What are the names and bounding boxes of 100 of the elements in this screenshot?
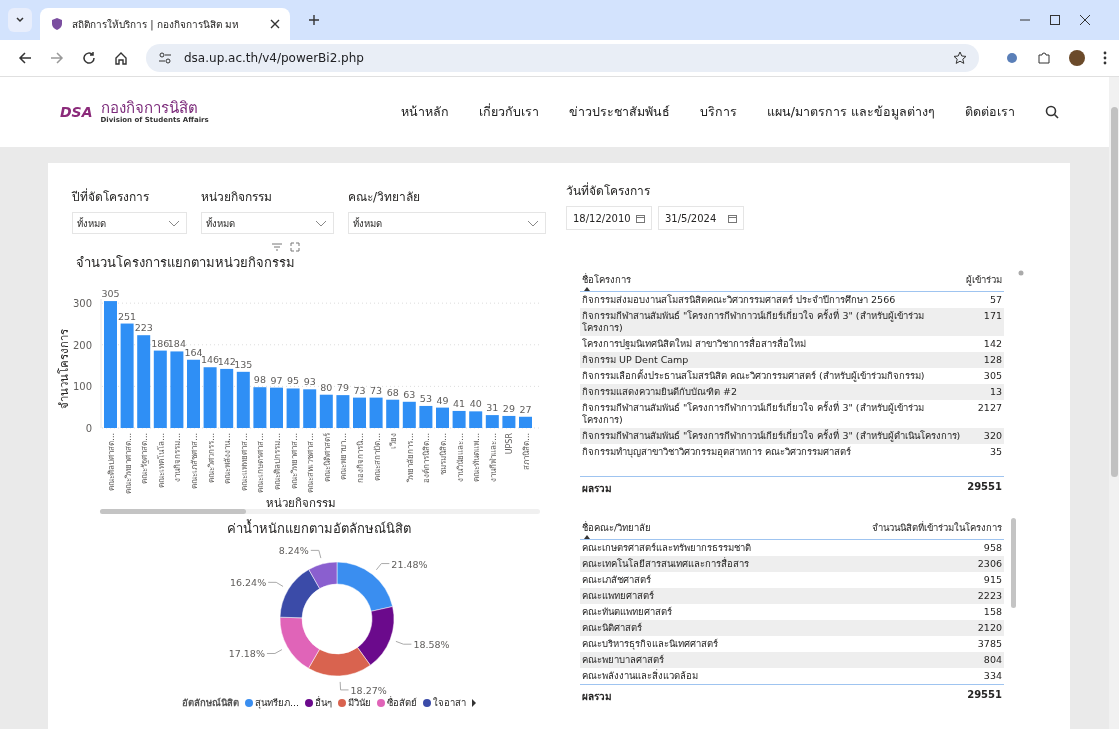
bar[interactable]: [253, 387, 267, 428]
scrollbar-thumb[interactable]: [1111, 107, 1118, 477]
bar[interactable]: [120, 323, 134, 428]
legend-item[interactable]: มีวินัย: [338, 695, 372, 710]
table-row[interactable]: คณะบริหารธุรกิจและนิเทศศาสตร์ 3785: [580, 636, 1004, 652]
category-label: กองกิจการนิ...: [356, 433, 365, 483]
nav-link[interactable]: แผน/มาตรการ และข้อมูลต่างๆ: [766, 102, 935, 122]
bar[interactable]: [137, 335, 151, 428]
leader-line: [310, 549, 322, 559]
bar[interactable]: [419, 405, 433, 428]
bar[interactable]: [203, 367, 217, 428]
chart-title: ค่าน้ำหนักแยกตามอัตลักษณ์นิสิต: [227, 518, 411, 538]
column-header[interactable]: ชื่อคณะ/วิทยาลัย: [582, 520, 652, 535]
table-row[interactable]: กิจกรรม UP Dent Camp 128: [580, 352, 1004, 368]
bar[interactable]: [502, 415, 516, 428]
table-row[interactable]: กิจกรรมส่งมอบงานสโมสรนิสิตคณะวิศวกรรมศาสตร์ ประจำปีการศึกษา 2566 57: [580, 292, 1004, 308]
search-icon[interactable]: [1045, 105, 1059, 119]
table-row[interactable]: กิจกรรมกีฬาสานสัมพันธ์ "โครงการกีฬากาวน์เกียร์เกี่ยวใจ ครั้งที่ 3" (สำหรับผู้เข้าร่วมโครงการ) 2127: [580, 400, 1004, 428]
column-header[interactable]: ชื่อโครงการ: [582, 272, 631, 287]
table-row[interactable]: กิจกรรมกีฬาสานสัมพันธ์ "โครงการกีฬากาวน์เกียร์เกี่ยวใจ ครั้งที่ 3" (สำหรับผู้ดำเนินโครงการ) 320: [580, 428, 1004, 444]
bar[interactable]: [319, 394, 333, 428]
bar[interactable]: [353, 397, 366, 428]
maximize-icon[interactable]: [1049, 14, 1061, 26]
home-icon[interactable]: [114, 51, 128, 65]
bar[interactable]: [369, 397, 383, 428]
browser-tab[interactable]: สถิติการให้บริการ | กองกิจการนิสิต มห: [40, 8, 290, 40]
focus-mode-icon[interactable]: [290, 242, 300, 252]
bar[interactable]: [386, 399, 400, 428]
bar[interactable]: [153, 350, 167, 428]
table-cell: 2306: [977, 558, 1002, 570]
donut-slice[interactable]: [308, 647, 371, 677]
scrollbar-thumb[interactable]: [1011, 518, 1016, 608]
nav-link[interactable]: ติดต่อเรา: [965, 102, 1015, 122]
table-row[interactable]: กิจกรรมกีฬาสานสัมพันธ์ "โครงการกีฬากาวน์เกียร์เกี่ยวใจ ครั้งที่ 3" (สำหรับผู้เข้าร่วมโครงการ) 171: [580, 308, 1004, 336]
bar[interactable]: [220, 368, 234, 428]
slicer-dropdown[interactable]: ทั้งหมด: [348, 212, 546, 234]
nav-link[interactable]: หน้าหลัก: [400, 102, 449, 122]
logo-text[interactable]: DSA: [60, 104, 93, 120]
data-label: 68: [386, 386, 399, 398]
legend-item[interactable]: ซื่อสัตย์: [377, 695, 418, 710]
donut-slice[interactable]: [357, 606, 395, 666]
scrollbar-thumb[interactable]: [100, 509, 246, 514]
table-row[interactable]: คณะนิติศาสตร์ 2120: [580, 620, 1004, 636]
tab-list-button[interactable]: [8, 8, 32, 32]
legend-item[interactable]: อื่นๆ: [305, 695, 333, 710]
bar[interactable]: [436, 407, 449, 428]
table-row[interactable]: คณะพยาบาลศาสตร์ 804: [580, 652, 1004, 668]
page-scrollbar[interactable]: [1109, 77, 1119, 729]
next-arrow-icon[interactable]: [472, 698, 477, 707]
nav-link[interactable]: บริการ: [699, 102, 737, 122]
profile-avatar[interactable]: [1069, 50, 1085, 66]
table-row[interactable]: คณะแพทยศาสตร์ 2223: [580, 588, 1004, 604]
nav-link[interactable]: ข่าวประชาสัมพันธ์: [568, 102, 670, 122]
close-icon[interactable]: [1079, 14, 1091, 26]
table-row[interactable]: คณะทันตแพทยศาสตร์ 158: [580, 604, 1004, 620]
puzzle-icon[interactable]: [1037, 51, 1051, 65]
table-row[interactable]: กิจกรรมทำบุญสาขาวิชาวิศวกรรมอุตสาหการ คณะวิศวกรรมศาสตร์ 35: [580, 444, 1004, 460]
table-row[interactable]: กิจกรรมเลือกตั้งประธานสโมสรนิสิต คณะวิศวกรรมศาสตร์ (สำหรับผู้เข้าร่วมกิจกรรม) 305: [580, 368, 1004, 384]
more-options-icon[interactable]: [1103, 51, 1107, 65]
new-tab-icon[interactable]: [308, 14, 320, 26]
slicer-dropdown[interactable]: ทั้งหมด: [72, 212, 187, 234]
column-header[interactable]: จำนวนนิสิตที่เข้าร่วมในโครงการ: [872, 520, 1002, 535]
bar[interactable]: [270, 387, 283, 428]
bar[interactable]: [303, 389, 317, 428]
forward-arrow-icon[interactable]: [50, 51, 64, 65]
bar[interactable]: [286, 388, 300, 428]
bar[interactable]: [170, 351, 184, 428]
column-header[interactable]: ผู้เข้าร่วม: [966, 272, 1002, 287]
site-name[interactable]: กองกิจการนิสิต: [100, 100, 209, 116]
star-icon[interactable]: [953, 51, 967, 65]
table-row[interactable]: คณะเทคโนโลยีสารสนเทศและการสื่อสาร 2306: [580, 556, 1004, 572]
table-row[interactable]: คณะเกษตรศาสตร์และทรัพยากรธรรมชาติ 958: [580, 540, 1004, 556]
back-arrow-icon[interactable]: [18, 51, 32, 65]
close-icon[interactable]: [270, 19, 280, 29]
table-row[interactable]: กิจกรรมแสดงความยินดีกับบัณฑิต #2 13: [580, 384, 1004, 400]
nav-link[interactable]: เกี่ยวกับเรา: [478, 102, 539, 122]
date-field[interactable]: 18/12/2010: [566, 206, 652, 230]
bar[interactable]: [452, 410, 466, 428]
donut-slice[interactable]: [279, 569, 320, 619]
bar[interactable]: [469, 411, 483, 428]
scrollbar-track[interactable]: [100, 509, 540, 514]
donut-slice[interactable]: [336, 561, 393, 612]
address-bar[interactable]: dsa.up.ac.th/v4/powerBi2.php: [146, 44, 979, 72]
table-row[interactable]: คณะพลังงานและสิ่งแวดล้อม 334: [580, 668, 1004, 684]
bar[interactable]: [519, 416, 532, 428]
reload-icon[interactable]: [82, 51, 96, 65]
leader-line: [266, 649, 283, 654]
bar[interactable]: [402, 401, 416, 428]
bar[interactable]: [485, 415, 499, 428]
legend-item[interactable]: สุนทรียภ...: [244, 695, 300, 710]
date-field[interactable]: 31/5/2024: [658, 206, 744, 230]
bar[interactable]: [336, 395, 350, 428]
table-row[interactable]: คณะเภสัชศาสตร์ 915: [580, 572, 1004, 588]
filter-icon[interactable]: [272, 243, 282, 251]
donut-slice[interactable]: [308, 561, 338, 589]
table-row[interactable]: โครงการปฐมนิเทศนิสิตใหม่ สาขาวิชาการสื่อสารสื่อใหม่ 142: [580, 336, 1004, 352]
bar[interactable]: [236, 371, 250, 428]
legend-item[interactable]: ใจอาสา: [423, 695, 467, 710]
slicer-dropdown[interactable]: ทั้งหมด: [201, 212, 334, 234]
extension-icon[interactable]: [1005, 51, 1019, 65]
